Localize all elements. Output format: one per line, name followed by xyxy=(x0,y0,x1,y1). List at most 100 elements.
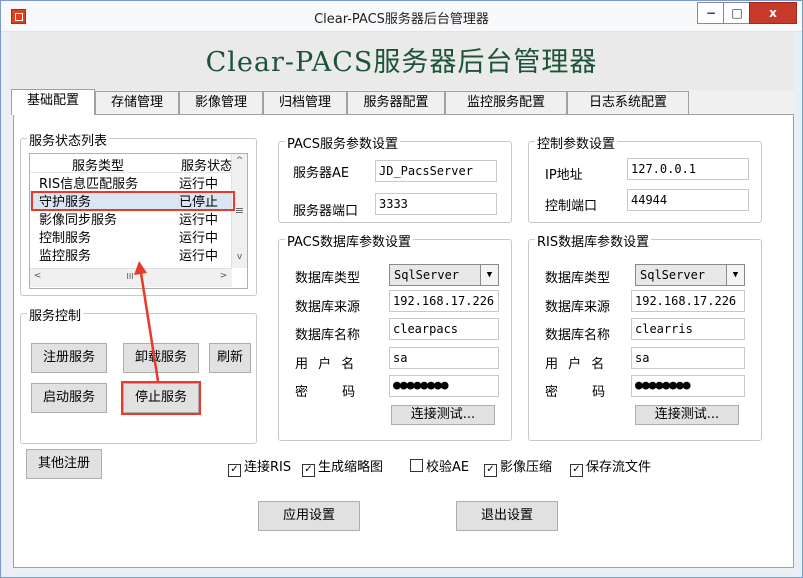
minimize-button[interactable]: − xyxy=(697,2,725,24)
ris-db-name-input[interactable]: clearris xyxy=(631,318,745,340)
pacs-db-password-label: 密 码 xyxy=(295,385,356,400)
ris-db-params-title: RIS数据库参数设置 xyxy=(535,231,652,250)
checkbox-connect-ris[interactable]: ✓ 连接RIS xyxy=(228,456,292,477)
service-listview[interactable]: 服务类型 服务状态 RIS信息匹配服务 运行中 守护服务 已停止 影像同步服务 … xyxy=(29,153,248,289)
refresh-button[interactable]: 刷新 xyxy=(209,343,251,373)
pacs-db-params-title: PACS数据库参数设置 xyxy=(285,231,414,250)
tab-log-config[interactable]: 日志系统配置 xyxy=(567,91,689,114)
checkbox-label: 影像压缩 xyxy=(500,460,553,475)
checkbox-checked-icon[interactable]: ✓ xyxy=(228,464,241,477)
list-item[interactable]: 监控服务 运行中 xyxy=(30,245,235,264)
service-status: 运行中 xyxy=(179,213,219,228)
ris-db-source-input[interactable]: 192.168.17.226 xyxy=(631,290,745,312)
ip-address-label: IP地址 xyxy=(545,168,583,183)
pacs-connection-test-button[interactable]: 连接测试... xyxy=(391,405,495,425)
list-item[interactable]: 影像同步服务 运行中 xyxy=(30,209,235,228)
scroll-down-icon[interactable]: v xyxy=(232,252,247,262)
checkbox-checked-icon[interactable]: ✓ xyxy=(570,464,583,477)
checkbox-label: 保存流文件 xyxy=(586,460,652,475)
ris-db-type-value: SqlServer xyxy=(640,268,706,282)
scroll-right-icon[interactable]: > xyxy=(216,271,231,281)
control-params-title: 控制参数设置 xyxy=(535,133,618,152)
service-control-title: 服务控制 xyxy=(27,305,84,324)
register-service-button[interactable]: 注册服务 xyxy=(31,343,107,373)
checkbox-thumbnail[interactable]: ✓ 生成缩略图 xyxy=(302,456,384,477)
service-status-title: 服务状态列表 xyxy=(27,130,110,149)
close-button[interactable]: x xyxy=(749,2,797,24)
pacs-service-params-group: PACS服务参数设置 服务器AE JD_PacsServer 服务器端口 333… xyxy=(278,133,512,223)
dropdown-arrow-icon[interactable]: ▼ xyxy=(726,265,744,285)
horizontal-scrollbar[interactable]: < III > xyxy=(30,268,232,287)
tab-image[interactable]: 影像管理 xyxy=(179,91,263,114)
checkbox-save-stream[interactable]: ✓ 保存流文件 xyxy=(570,456,652,477)
service-type: RIS信息匹配服务 xyxy=(39,177,139,192)
list-item[interactable]: RIS信息匹配服务 运行中 xyxy=(30,173,235,192)
tab-server-config[interactable]: 服务器配置 xyxy=(347,91,445,114)
ris-db-user-label: 用 户 名 xyxy=(545,357,605,372)
ris-connection-test-button[interactable]: 连接测试... xyxy=(635,405,739,425)
banner-title: Clear-PACS服务器后台管理器 xyxy=(205,47,598,78)
maximize-button[interactable]: □ xyxy=(723,2,751,24)
tab-monitor-config[interactable]: 监控服务配置 xyxy=(445,91,567,114)
uninstall-service-button[interactable]: 卸载服务 xyxy=(123,343,199,373)
checkbox-label: 连接RIS xyxy=(244,460,292,475)
pacs-db-type-select[interactable]: SqlServer ▼ xyxy=(389,264,499,286)
service-status: 运行中 xyxy=(179,231,219,246)
hscroll-grip-icon[interactable]: III xyxy=(120,272,140,281)
control-port-label: 控制端口 xyxy=(545,199,598,214)
service-type: 监控服务 xyxy=(39,249,92,264)
checkbox-label: 校验AE xyxy=(426,460,470,475)
ris-db-password-input[interactable]: ●●●●●●●● xyxy=(631,375,745,397)
window-title: Clear-PACS服务器后台管理器 xyxy=(314,12,489,27)
server-port-input[interactable]: 3333 xyxy=(375,193,497,215)
highlight-box-stop-button xyxy=(121,381,201,415)
ris-db-user-input[interactable]: sa xyxy=(631,347,745,369)
pacs-db-name-label: 数据库名称 xyxy=(295,328,361,343)
service-type: 影像同步服务 xyxy=(39,213,118,228)
apply-settings-button[interactable]: 应用设置 xyxy=(258,501,360,531)
checkbox-compress[interactable]: ✓ 影像压缩 xyxy=(484,456,553,477)
pacs-db-password-input[interactable]: ●●●●●●●● xyxy=(389,375,499,397)
column-service-status[interactable]: 服务状态 xyxy=(181,155,235,174)
service-status: 运行中 xyxy=(179,249,219,264)
control-params-group: 控制参数设置 IP地址 127.0.0.1 控制端口 44944 xyxy=(528,133,762,223)
service-status: 运行中 xyxy=(179,177,219,192)
ris-db-type-label: 数据库类型 xyxy=(545,271,611,286)
service-type: 控制服务 xyxy=(39,231,92,246)
scroll-left-icon[interactable]: < xyxy=(30,271,45,281)
pacs-db-source-input[interactable]: 192.168.17.226 xyxy=(389,290,499,312)
title-bar[interactable]: Clear-PACS服务器后台管理器 − □ x xyxy=(1,1,802,32)
scroll-up-icon[interactable]: ^ xyxy=(232,156,247,166)
banner: Clear-PACS服务器后台管理器 xyxy=(9,32,794,90)
ris-db-type-select[interactable]: SqlServer ▼ xyxy=(635,264,745,286)
pacs-db-user-input[interactable]: sa xyxy=(389,347,499,369)
pacs-db-type-value: SqlServer xyxy=(394,268,460,282)
checkbox-label: 生成缩略图 xyxy=(318,460,384,475)
ris-db-password-label: 密 码 xyxy=(545,385,606,400)
list-item[interactable]: 控制服务 运行中 xyxy=(30,227,235,246)
checkbox-checked-icon[interactable]: ✓ xyxy=(302,464,315,477)
tab-storage[interactable]: 存储管理 xyxy=(95,91,179,114)
service-control-group: 服务控制 注册服务 卸载服务 刷新 启动服务 停止服务 xyxy=(20,305,257,444)
tab-archive[interactable]: 归档管理 xyxy=(263,91,347,114)
server-ae-input[interactable]: JD_PacsServer xyxy=(375,160,497,182)
start-service-button[interactable]: 启动服务 xyxy=(31,383,107,413)
ip-address-input[interactable]: 127.0.0.1 xyxy=(627,158,749,180)
basic-config-page: 服务状态列表 服务类型 服务状态 RIS信息匹配服务 运行中 守护服务 已停止 xyxy=(13,114,794,568)
tab-basic-config[interactable]: 基础配置 xyxy=(11,89,95,115)
pacs-db-source-label: 数据库来源 xyxy=(295,300,361,315)
dropdown-arrow-icon[interactable]: ▼ xyxy=(480,265,498,285)
exit-settings-button[interactable]: 退出设置 xyxy=(456,501,558,531)
pacs-db-name-input[interactable]: clearpacs xyxy=(389,318,499,340)
list-header: 服务类型 服务状态 xyxy=(30,154,235,174)
server-port-label: 服务器端口 xyxy=(293,204,359,219)
column-service-type[interactable]: 服务类型 xyxy=(72,155,124,174)
other-register-button[interactable]: 其他注册 xyxy=(26,449,102,479)
checkbox-verify-ae[interactable]: 校验AE xyxy=(410,456,470,475)
vertical-scrollbar[interactable]: ^ ≡ v xyxy=(231,154,247,268)
control-port-input[interactable]: 44944 xyxy=(627,189,749,211)
pacs-service-params-title: PACS服务参数设置 xyxy=(285,133,401,152)
checkbox-unchecked-icon[interactable] xyxy=(410,459,423,472)
checkbox-checked-icon[interactable]: ✓ xyxy=(484,464,497,477)
highlight-box-stopped-service xyxy=(31,191,235,211)
